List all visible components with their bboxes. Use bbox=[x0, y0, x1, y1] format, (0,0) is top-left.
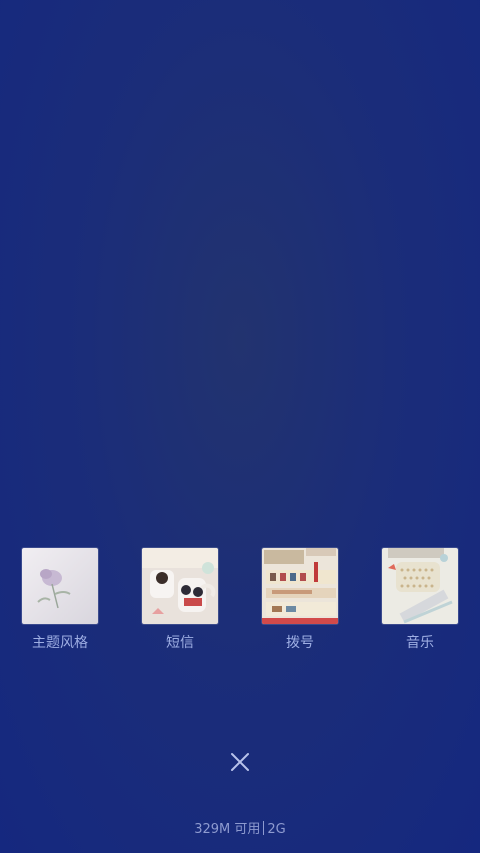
app-label: 短信 bbox=[166, 635, 194, 651]
app-label: 拨号 bbox=[286, 635, 314, 651]
recent-app-music[interactable]: 音乐 bbox=[360, 548, 480, 652]
dialer-thumbnail-icon bbox=[262, 548, 338, 624]
recent-app-theme[interactable]: 主题风格 bbox=[0, 548, 120, 652]
close-icon bbox=[231, 753, 249, 771]
divider bbox=[263, 821, 265, 835]
memory-available: 329M 可用 bbox=[194, 822, 261, 837]
app-label: 主题风格 bbox=[32, 635, 88, 651]
network-type: 2G bbox=[267, 822, 286, 837]
app-label: 音乐 bbox=[406, 635, 434, 651]
messages-thumbnail-icon bbox=[142, 548, 218, 624]
close-all-button[interactable] bbox=[226, 748, 254, 776]
recent-apps-row: 主题风格 短信 拨号 音乐 bbox=[0, 548, 480, 668]
recent-app-messages[interactable]: 短信 bbox=[120, 548, 240, 652]
music-thumbnail-icon bbox=[382, 548, 458, 624]
theme-thumbnail-icon bbox=[22, 548, 98, 624]
memory-status: 329M 可用 2G bbox=[0, 818, 480, 837]
recent-app-dialer[interactable]: 拨号 bbox=[240, 548, 360, 652]
